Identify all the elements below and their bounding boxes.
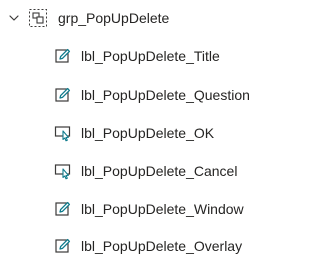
tree-item-lbl-popupdelete-question[interactable]: lbl_PopUpDelete_Question bbox=[0, 83, 300, 107]
button-icon bbox=[54, 162, 72, 180]
edit-icon bbox=[54, 47, 72, 65]
tree-item-label: lbl_PopUpDelete_Overlay bbox=[81, 238, 243, 254]
chevron-down-icon[interactable] bbox=[7, 11, 21, 25]
edit-icon bbox=[54, 237, 72, 255]
tree-view: grp_PopUpDelete lbl_PopUpDelete_Title lb… bbox=[0, 0, 300, 266]
tree-item-lbl-popupdelete-overlay[interactable]: lbl_PopUpDelete_Overlay bbox=[0, 234, 300, 258]
tree-item-lbl-popupdelete-cancel[interactable]: lbl_PopUpDelete_Cancel bbox=[0, 159, 300, 183]
tree-item-label: lbl_PopUpDelete_Window bbox=[81, 201, 244, 217]
group-icon bbox=[28, 8, 48, 28]
tree-item-label: lbl_PopUpDelete_OK bbox=[81, 125, 215, 141]
tree-item-lbl-popupdelete-ok[interactable]: lbl_PopUpDelete_OK bbox=[0, 121, 300, 145]
edit-icon bbox=[54, 86, 72, 104]
tree-item-label: lbl_PopUpDelete_Question bbox=[81, 87, 250, 103]
tree-item-lbl-popupdelete-window[interactable]: lbl_PopUpDelete_Window bbox=[0, 197, 300, 221]
tree-group-grp-popupdelete[interactable]: grp_PopUpDelete bbox=[0, 6, 300, 30]
edit-icon bbox=[54, 200, 72, 218]
group-label: grp_PopUpDelete bbox=[58, 10, 170, 26]
tree-item-label: lbl_PopUpDelete_Cancel bbox=[81, 163, 238, 179]
tree-item-label: lbl_PopUpDelete_Title bbox=[81, 48, 220, 64]
button-icon bbox=[54, 124, 72, 142]
tree-item-lbl-popupdelete-title[interactable]: lbl_PopUpDelete_Title bbox=[0, 44, 300, 68]
